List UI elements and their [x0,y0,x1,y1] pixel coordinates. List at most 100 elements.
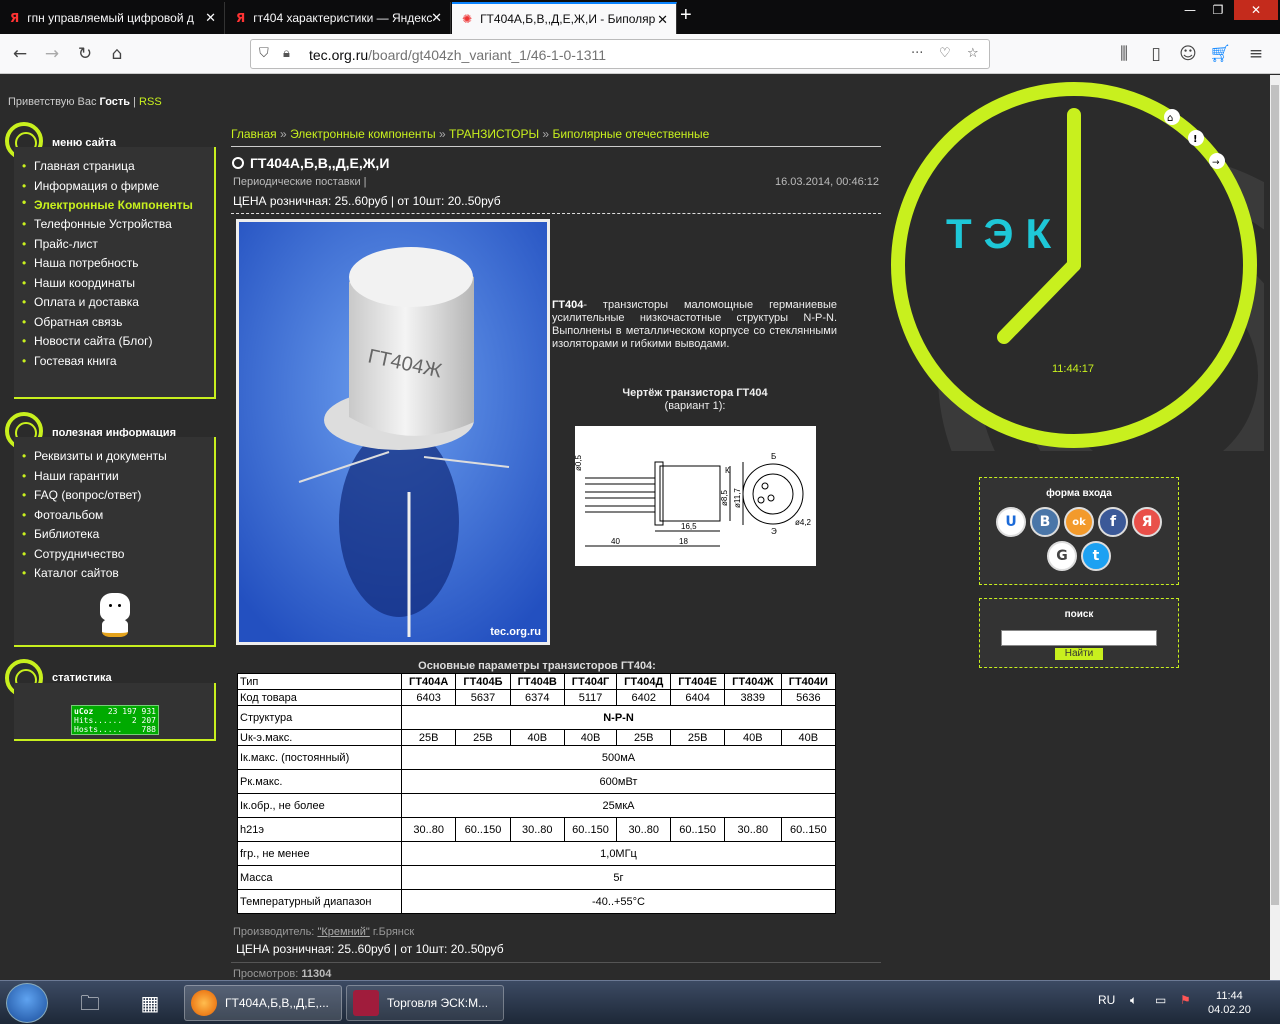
window-close-icon[interactable]: ✕ [1234,0,1278,20]
vk-login-icon[interactable]: B [1030,507,1060,537]
menu-item[interactable]: Оплата и доставка [20,293,214,313]
taskbar-app-firefox[interactable]: ГТ404А,Б,В,,Д,Е,... [184,985,342,1021]
info-item[interactable]: Реквизиты и документы [20,447,214,467]
menu-item[interactable]: Наша потребность [20,254,214,274]
tab-1[interactable]: Я гпн управляемый цифровой д ✕ [0,2,225,34]
search-button[interactable]: Найти [1055,648,1103,660]
info-item[interactable]: Сотрудничество [20,545,214,565]
forward-icon[interactable]: → [40,42,64,66]
breadcrumb-link[interactable]: Электронные компоненты [290,127,436,141]
close-icon[interactable]: ✕ [205,10,216,26]
info-item[interactable]: Библиотека [20,525,214,545]
shield-icon[interactable]: ⛉ [259,46,269,61]
ok-login-icon[interactable]: ok [1064,507,1094,537]
table-row: Iк.макс. (постоянный) 500мА [237,745,836,770]
transistor-drawing[interactable]: К Б Э ø0,5 ø8,5 ø11,7 ø4,2 16,5 40 18 [574,426,816,566]
dimension-drawing: К Б Э ø0,5 ø8,5 ø11,7 ø4,2 16,5 40 18 [574,452,812,547]
info-item[interactable]: Фотоальбом [20,506,214,526]
info-item[interactable]: Каталог сайтов [20,564,214,584]
pocket-icon[interactable]: ♡ [939,46,951,61]
page-content: Приветствую Вас Гость | RSS меню сайта Г… [0,75,1270,980]
tab-3[interactable]: ✺ ГТ404А,Б,В,,Д,Е,Ж,И - Биполяр ✕ [452,2,677,34]
scrollbar[interactable] [1270,75,1280,980]
menu-item-active[interactable]: Электронные Компоненты [20,196,214,215]
url-bar[interactable]: ⛉ 🔒︎ tec.org.ru/board/gt404zh_variant_1/… [250,39,990,69]
library-icon[interactable]: ⫼ [1112,42,1136,66]
menu-item[interactable]: Информация о фирме [20,177,214,197]
price-text: ЦЕНА розничная: 25..60руб | от 10шт: 20.… [233,194,501,208]
menu-item[interactable]: Гостевая книга [20,352,214,372]
network-icon[interactable]: ▭ [1155,993,1166,1007]
logo-clock[interactable]: ТЭК ⌂ ! → [888,75,1264,451]
scroll-thumb[interactable] [1271,85,1279,905]
menu-item[interactable]: Наши координаты [20,274,214,294]
cart-icon[interactable]: 🛒︎ [1208,42,1232,66]
params-title: Основные параметры транзисторов ГТ404: [418,660,656,672]
info-item[interactable]: FAQ (вопрос/ответ) [20,486,214,506]
info-item[interactable]: Наши гарантии [20,467,214,487]
ucoz-login-icon[interactable]: U [996,507,1026,537]
sidebar-icon[interactable]: ▯ [1144,42,1168,66]
ucoz-counter[interactable]: uCoz 23 197 931 Hits...... 2 207 Hosts...… [71,705,159,735]
yandex-login-icon[interactable]: Я [1132,507,1162,537]
menu-item[interactable]: Прайс-лист [20,235,214,255]
windows-start-icon[interactable] [6,983,48,1023]
svg-text:40: 40 [611,537,620,546]
yandex-icon: Я [10,11,20,25]
breadcrumb-link[interactable]: Главная [231,127,277,141]
home-icon[interactable]: ⌂ [105,42,129,66]
tab-2[interactable]: Я гт404 характеристики — Яндекс ✕ [226,2,451,34]
nav-bar: ← → ↻ ⌂ ⛉ 🔒︎ tec.org.ru/board/gt404zh_va… [0,34,1280,74]
search-title: поиск [1064,609,1094,620]
volume-icon[interactable]: 🔈︎ [1130,993,1137,1008]
close-icon[interactable]: ✕ [431,10,442,26]
login-form: форма входа U B ok f Я G t [979,477,1179,585]
account-icon[interactable]: ☺ [1176,42,1200,66]
back-icon[interactable]: ← [8,42,32,66]
menu-item[interactable]: Главная страница [20,157,214,177]
google-login-icon[interactable]: G [1047,541,1077,571]
calculator-icon[interactable]: ▦ [124,985,176,1021]
menu-item[interactable]: Телефонные Устройства [20,215,214,235]
table-row: Код товара 6403 5637 6374 5117 6402 6404… [237,689,837,706]
system-clock[interactable]: 11:44 04.02.20 [1208,989,1251,1017]
transistor-illustration: ГТ404Ж [239,222,547,642]
key-icon [353,990,379,1016]
svg-text:Э: Э [771,527,777,536]
tab-bar: Я гпн управляемый цифровой д ✕ Я гт404 х… [0,0,1280,34]
description: ГТ404- транзисторы маломощные германиевы… [552,299,837,350]
rss-link[interactable]: RSS [139,96,162,108]
lucky-cat-image [98,593,132,639]
useful-info: Реквизиты и документы Наши гарантии FAQ … [14,437,216,647]
user-name: Гость [99,96,131,108]
search-input[interactable] [1001,630,1157,646]
greeting: Приветствую Вас Гость | RSS [8,96,162,108]
transistor-photo[interactable]: ГТ404Ж tec.org.ru [236,219,550,645]
minimize-icon[interactable]: — [1176,0,1204,20]
views-count: Просмотров: 11304 [233,968,332,980]
lock-icon[interactable]: 🔒︎ [283,46,290,61]
url-text[interactable]: tec.org.ru/board/gt404zh_variant_1/46-1-… [309,47,606,63]
table-header-row: Тип ГТ404А ГТ404Б ГТ404В ГТ404Г ГТ404Д Г… [237,673,837,690]
menu-icon[interactable]: ≡ [1244,42,1268,66]
reload-icon[interactable]: ↻ [73,42,97,66]
manufacturer-link[interactable]: "Кремний" [317,926,369,938]
taskbar: 🗀︎ ▦ ГТ404А,Б,В,,Д,Е,... Торговля ЭСК:М.… [0,980,1280,1024]
more-icon[interactable]: ··· [911,46,923,61]
menu-item[interactable]: Обратная связь [20,313,214,333]
menu-item[interactable]: Новости сайта (Блог) [20,332,214,352]
facebook-login-icon[interactable]: f [1098,507,1128,537]
svg-text:18: 18 [679,537,688,546]
taskbar-app-1c[interactable]: Торговля ЭСК:М... [346,985,504,1021]
breadcrumb-link[interactable]: ТРАНЗИСТОРЫ [449,127,539,141]
bookmark-star-icon[interactable]: ☆ [967,46,979,61]
close-icon[interactable]: ✕ [657,12,668,28]
language-indicator[interactable]: RU [1098,993,1115,1007]
maximize-icon[interactable]: ❐ [1204,0,1232,20]
flag-icon[interactable]: ⚑ [1180,993,1191,1007]
twitter-login-icon[interactable]: t [1081,541,1111,571]
table-row: Температурный диапазон -40..+55°С [237,889,836,914]
explorer-icon[interactable]: 🗀︎ [64,985,116,1021]
breadcrumb-link[interactable]: Биполярные отечественные [552,127,709,141]
new-tab-icon[interactable]: + [680,4,692,27]
